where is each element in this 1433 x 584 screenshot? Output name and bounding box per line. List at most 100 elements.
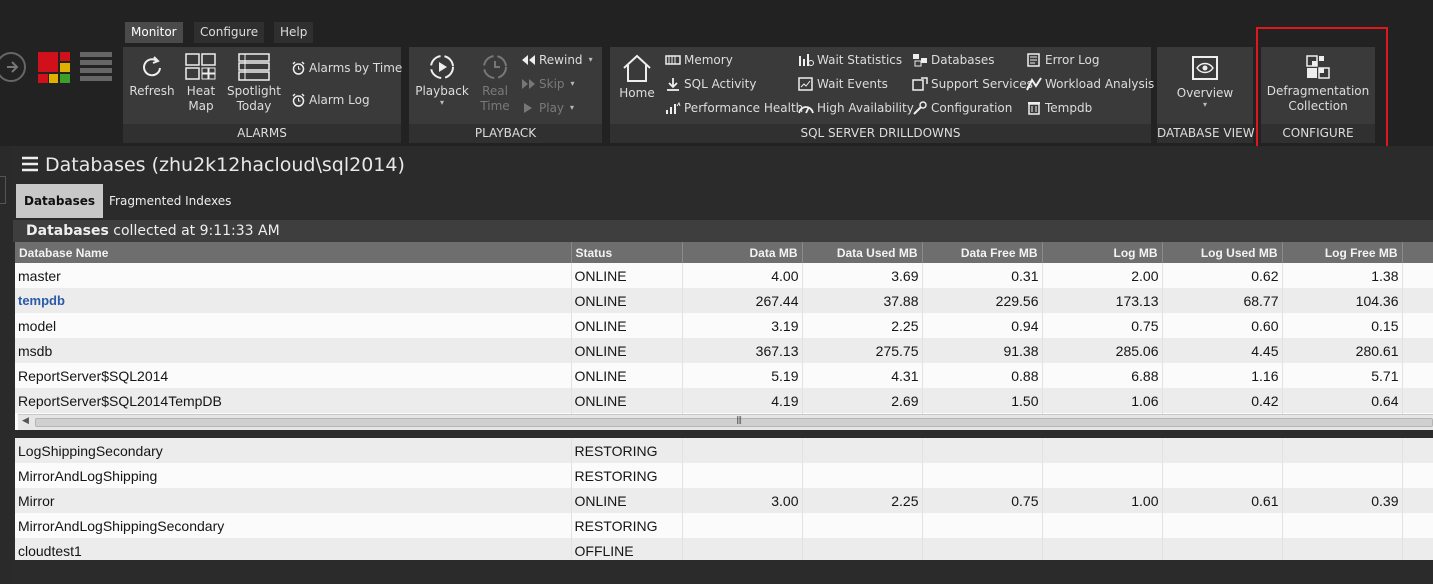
scrollbar-thumb[interactable] — [35, 418, 1433, 427]
value-cell — [1162, 438, 1283, 463]
workload-analysis-button[interactable]: Workload Analysis — [1026, 74, 1154, 94]
database-name-cell: ReportServer$SQL2014 — [15, 363, 572, 388]
alarm-log-button[interactable]: Alarm Log — [291, 90, 370, 110]
collected-header: Databases collected at 9:11:33 AM — [13, 220, 1433, 242]
refresh-icon — [143, 56, 161, 77]
heat-map-button[interactable]: Heat Map — [179, 47, 223, 122]
overview-button[interactable]: Overview ▾ — [1161, 47, 1249, 122]
table-row[interactable]: model ONLINE 3.19 2.25 0.94 0.75 0.60 0.15 — [15, 313, 1433, 338]
value-cell — [1402, 463, 1433, 488]
status-cell: RESTORING — [570, 438, 683, 463]
wait-events-button[interactable]: Wait Events — [798, 74, 888, 94]
value-cell: 280.61 — [1282, 338, 1403, 363]
group-title-sql-server-drilldowns: SQL SERVER DRILLDOWNS — [610, 124, 1151, 143]
menu-tab-help[interactable]: Help — [274, 22, 314, 43]
tab-fragmented-indexes[interactable]: Fragmented Indexes — [101, 184, 239, 218]
page-title: Databases (zhu2k12hacloud\sql2014) — [21, 152, 405, 178]
database-name-cell: model — [15, 313, 572, 338]
alarm-clock-icon — [292, 60, 305, 75]
value-cell — [1402, 288, 1433, 313]
value-cell — [1042, 438, 1163, 463]
table-row[interactable]: ReportServer$SQL2014TempDB ONLINE 4.19 2.69… — [15, 388, 1433, 413]
databases-button[interactable]: Databases — [912, 50, 995, 70]
configuration-button[interactable]: Configuration — [912, 98, 1012, 118]
database-name-cell: LogShippingSecondary — [15, 438, 572, 463]
status-cell: ONLINE — [570, 363, 683, 388]
real-time-icon — [483, 55, 507, 79]
table-row[interactable]: master ONLINE 4.00 3.69 0.31 2.00 0.62 1.38 — [15, 263, 1433, 288]
wait-statistics-button[interactable]: Wait Statistics — [798, 50, 902, 70]
tempdb-icon — [1028, 102, 1040, 115]
hamburger-menu-icon[interactable] — [21, 153, 39, 179]
table-row[interactable]: msdb ONLINE 367.13 275.75 91.38 285.06 4.45 280… — [15, 338, 1433, 363]
horizontal-scrollbar[interactable]: ◀ ||| — [18, 414, 1433, 430]
value-cell: 367.13 — [682, 338, 803, 363]
play-button[interactable]: Play ▾ — [521, 98, 574, 118]
column-header[interactable]: Data MB — [682, 242, 803, 263]
column-header[interactable]: # Ta — [1402, 242, 1433, 263]
value-cell: 3.19 — [682, 313, 803, 338]
column-header[interactable]: Data Free MB — [922, 242, 1043, 263]
status-cell: ONLINE — [570, 263, 683, 288]
rewind-button[interactable]: Rewind ▾ — [521, 50, 593, 70]
home-button[interactable]: Home — [614, 47, 660, 122]
scroll-left-arrow-icon[interactable]: ◀ — [22, 416, 29, 426]
playback-button[interactable]: Playback ▾ — [413, 47, 471, 122]
table-row[interactable]: tempdb ONLINE 267.44 37.88 229.56 173.13 68.77… — [15, 288, 1433, 313]
value-cell — [1402, 263, 1433, 288]
high-availability-button[interactable]: High Availability — [798, 98, 914, 118]
table-row[interactable]: ReportServer$SQL2014 ONLINE 5.19 4.31 0.88 6.… — [15, 363, 1433, 388]
alarms-by-time-button[interactable]: Alarms by Time — [291, 58, 402, 78]
column-header[interactable]: Database Name — [15, 242, 572, 263]
value-cell — [1402, 388, 1433, 413]
column-header[interactable]: Data Used MB — [802, 242, 923, 263]
value-cell: 4.00 — [682, 263, 803, 288]
value-cell: 2.25 — [802, 313, 923, 338]
value-cell: 2.25 — [802, 488, 923, 513]
play-icon — [524, 103, 532, 113]
column-header[interactable]: Log Used MB — [1162, 242, 1283, 263]
value-cell — [1402, 538, 1433, 560]
value-cell — [1282, 463, 1403, 488]
table-row[interactable]: cloudtest1 OFFLINE — [15, 538, 1433, 560]
value-cell — [922, 538, 1043, 560]
ribbon-group-playback: Playback ▾ Real Time Rewind ▾ Skip ▾ Play ▾… — [409, 47, 602, 143]
real-time-button[interactable]: Real Time — [473, 47, 517, 122]
databases-grid: Database Name Status Data MB Data Used MB Da… — [15, 242, 1433, 560]
support-services-button[interactable]: Support Services — [912, 74, 1033, 94]
table-row[interactable]: LogShippingSecondary RESTORING — [15, 438, 1433, 463]
value-cell — [1162, 463, 1283, 488]
spotlight-today-button[interactable]: Spotlight Today — [227, 47, 281, 122]
table-row[interactable]: MirrorAndLogShippingSecondary RESTORING — [15, 513, 1433, 538]
back-arrow-icon[interactable] — [0, 52, 26, 82]
ribbon-group-database-view: Overview ▾ DATABASE VIEW — [1157, 47, 1255, 143]
tempdb-button[interactable]: Tempdb — [1026, 98, 1092, 118]
menu-tab-configure[interactable]: Configure — [194, 22, 265, 43]
value-cell: 104.36 — [1282, 288, 1403, 313]
tab-databases[interactable]: Databases — [16, 184, 104, 218]
table-row[interactable]: Mirror ONLINE 3.00 2.25 0.75 1.00 0.61 0.39 — [15, 488, 1433, 513]
heat-map-icon — [185, 53, 216, 80]
value-cell: 0.42 — [1162, 388, 1283, 413]
refresh-button[interactable]: Refresh — [127, 47, 177, 122]
left-rail — [0, 146, 13, 584]
memory-button[interactable]: Memory — [665, 50, 733, 70]
column-header[interactable]: Log Free MB — [1282, 242, 1403, 263]
value-cell: 0.39 — [1282, 488, 1403, 513]
sql-activity-button[interactable]: SQL Activity — [665, 74, 756, 94]
skip-button[interactable]: Skip ▾ — [521, 74, 575, 94]
database-name-cell[interactable]: tempdb — [15, 288, 572, 313]
status-cell: ONLINE — [570, 338, 683, 363]
error-log-button[interactable]: Error Log — [1026, 50, 1100, 70]
value-cell: 3.00 — [682, 488, 803, 513]
menu-tab-monitor[interactable]: Monitor — [125, 22, 183, 43]
table-row[interactable]: MirrorAndLogShipping RESTORING — [15, 463, 1433, 488]
ribbon-group-alarms: Refresh Heat Map Spotlight Today Alarms … — [123, 47, 402, 143]
performance-health-button[interactable]: Performance Health — [665, 98, 803, 118]
value-cell: 0.61 — [1162, 488, 1283, 513]
column-header[interactable]: Log MB — [1042, 242, 1163, 263]
spotlight-today-icon — [238, 53, 270, 81]
value-cell — [1402, 338, 1433, 363]
rail-handle[interactable] — [0, 176, 6, 204]
column-header[interactable]: Status — [571, 242, 683, 263]
